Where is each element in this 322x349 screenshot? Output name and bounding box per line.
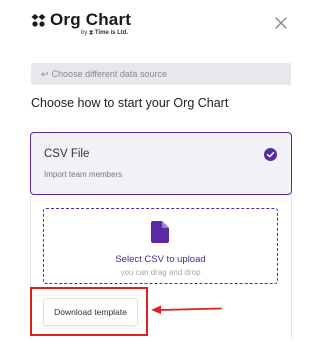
- csv-option-title: CSV File: [44, 148, 90, 160]
- checkmark-icon: [264, 148, 277, 161]
- logo-title: Org Chart: [50, 10, 132, 29]
- upload-title: Select CSV to upload: [115, 254, 206, 265]
- csv-file-option[interactable]: CSV File Import team members: [30, 132, 292, 195]
- org-chart-logo-icon: [31, 14, 46, 27]
- choose-data-source-button[interactable]: ↩ Choose different data source: [31, 63, 291, 85]
- byline-brand: ⧗ Time is Ltd.: [89, 30, 129, 36]
- annotation-arrow-icon: [151, 305, 222, 314]
- byline-prefix: by: [81, 30, 88, 36]
- page-title: Choose how to start your Org Chart: [31, 96, 229, 110]
- upload-subtitle: you can drag and drop: [120, 268, 201, 277]
- file-icon: [151, 221, 169, 243]
- choose-data-source-label: Choose different data source: [51, 69, 167, 79]
- csv-option-subtitle: Import team members: [44, 170, 123, 179]
- logo-byline: by ⧗ Time is Ltd.: [81, 30, 128, 37]
- return-arrow-icon: ↩: [41, 68, 49, 79]
- csv-upload-dropzone[interactable]: Select CSV to upload you can drag and dr…: [43, 208, 278, 284]
- close-icon[interactable]: [273, 15, 289, 31]
- download-template-button[interactable]: Download template: [43, 298, 138, 326]
- org-chart-import-dialog: Org Chart by ⧗ Time is Ltd. ↩ Choose dif…: [0, 0, 322, 349]
